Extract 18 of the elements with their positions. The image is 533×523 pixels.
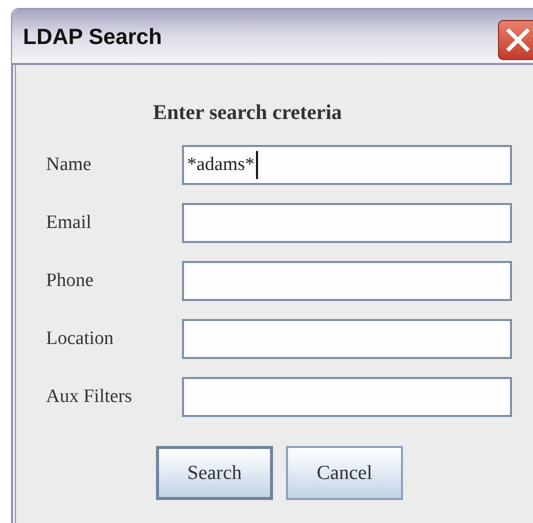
field-label: Location xyxy=(45,326,115,351)
text-field[interactable]: *adams* xyxy=(182,145,512,185)
window-title: LDAP Search xyxy=(23,22,162,50)
form-heading: Enter search creteria xyxy=(153,102,342,126)
dialog-button[interactable]: Search xyxy=(156,446,273,500)
field-label: Email xyxy=(45,210,92,235)
text-field[interactable] xyxy=(182,203,512,243)
text-cursor xyxy=(256,151,258,179)
field-label: Aux Filters xyxy=(45,384,134,409)
field-label: Phone xyxy=(45,268,94,293)
text-field[interactable] xyxy=(182,261,512,301)
dialog-button[interactable]: Cancel xyxy=(286,446,403,500)
close-icon xyxy=(506,28,530,52)
close-button[interactable] xyxy=(498,20,533,60)
text-field[interactable] xyxy=(182,377,512,417)
field-label: Name xyxy=(45,152,92,177)
text-field[interactable] xyxy=(182,319,512,359)
field-value: *adams* xyxy=(187,152,255,177)
